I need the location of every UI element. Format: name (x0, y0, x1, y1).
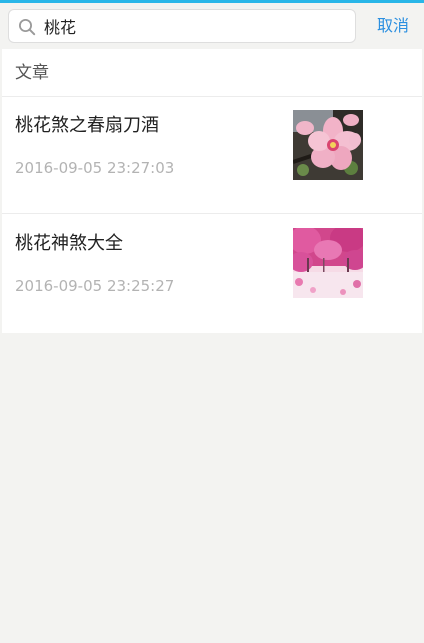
article-title: 桃花神煞大全 (15, 233, 123, 254)
article-title: 桃花煞之春扇刀酒 (15, 115, 159, 136)
article-item[interactable]: 桃花煞之春扇刀酒 2016-09-05 23:27:03 (2, 97, 422, 214)
search-icon (19, 19, 36, 36)
search-results: 文章 桃花煞之春扇刀酒 2016-09-05 23:27:03 桃花神煞大全 2… (2, 49, 422, 333)
peach-blossom-trees-image (293, 228, 363, 298)
cancel-button[interactable]: 取消 (368, 9, 418, 43)
section-header-articles: 文章 (2, 49, 422, 97)
peach-blossom-closeup-image (293, 110, 363, 180)
article-date: 2016-09-05 23:25:27 (15, 277, 175, 295)
article-item[interactable]: 桃花神煞大全 2016-09-05 23:25:27 (2, 215, 422, 332)
search-box[interactable] (8, 9, 356, 43)
search-bar: 取消 (0, 3, 424, 49)
article-date: 2016-09-05 23:27:03 (15, 159, 175, 177)
search-input[interactable] (44, 10, 344, 42)
